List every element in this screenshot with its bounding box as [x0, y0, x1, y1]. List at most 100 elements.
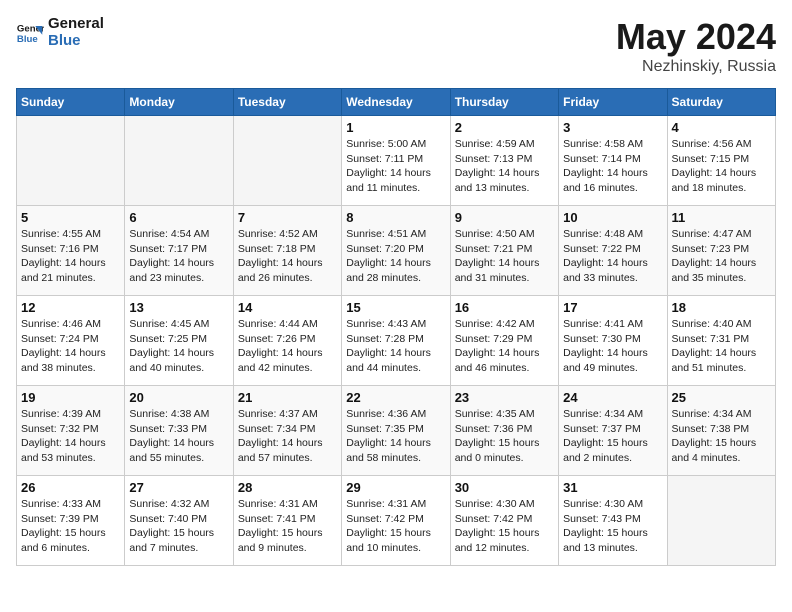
week-row-1: 1 Sunrise: 5:00 AMSunset: 7:11 PMDaylight…: [17, 116, 776, 206]
day-number: 31: [563, 480, 662, 495]
day-info: Sunrise: 4:33 AMSunset: 7:39 PMDaylight:…: [21, 497, 120, 556]
calendar-header: SundayMondayTuesdayWednesdayThursdayFrid…: [17, 89, 776, 116]
day-number: 15: [346, 300, 445, 315]
week-row-2: 5 Sunrise: 4:55 AMSunset: 7:16 PMDaylight…: [17, 206, 776, 296]
week-row-3: 12Sunrise: 4:46 AMSunset: 7:24 PMDayligh…: [17, 296, 776, 386]
day-number: 17: [563, 300, 662, 315]
day-info: Sunrise: 4:39 AMSunset: 7:32 PMDaylight:…: [21, 407, 120, 466]
day-info: Sunrise: 4:48 AMSunset: 7:22 PMDaylight:…: [563, 227, 662, 286]
day-number: 7: [238, 210, 337, 225]
day-info: Sunrise: 4:55 AMSunset: 7:16 PMDaylight:…: [21, 227, 120, 286]
day-number: 27: [129, 480, 228, 495]
calendar-cell: 15 Sunrise: 4:43 AMSunset: 7:28 PMDayligh…: [342, 296, 450, 386]
week-row-4: 19 Sunrise: 4:39 AMSunset: 7:32 PMDayligh…: [17, 386, 776, 476]
calendar-body: 1 Sunrise: 5:00 AMSunset: 7:11 PMDaylight…: [17, 116, 776, 566]
day-number: 1: [346, 120, 445, 135]
day-number: 5: [21, 210, 120, 225]
day-info: Sunrise: 4:54 AMSunset: 7:17 PMDaylight:…: [129, 227, 228, 286]
calendar-cell: 12Sunrise: 4:46 AMSunset: 7:24 PMDayligh…: [17, 296, 125, 386]
calendar-cell: 21Sunrise: 4:37 AMSunset: 7:34 PMDayligh…: [233, 386, 341, 476]
day-info: Sunrise: 4:31 AMSunset: 7:41 PMDaylight:…: [238, 497, 337, 556]
logo: General Blue General Blue: [16, 16, 104, 49]
calendar-cell: 5 Sunrise: 4:55 AMSunset: 7:16 PMDaylight…: [17, 206, 125, 296]
day-info: Sunrise: 4:44 AMSunset: 7:26 PMDaylight:…: [238, 317, 337, 376]
day-info: Sunrise: 5:00 AMSunset: 7:11 PMDaylight:…: [346, 137, 445, 196]
weekday-saturday: Saturday: [667, 89, 775, 116]
day-info: Sunrise: 4:38 AMSunset: 7:33 PMDaylight:…: [129, 407, 228, 466]
day-number: 3: [563, 120, 662, 135]
calendar-cell: 26 Sunrise: 4:33 AMSunset: 7:39 PMDayligh…: [17, 476, 125, 566]
calendar-cell: 8Sunrise: 4:51 AMSunset: 7:20 PMDaylight…: [342, 206, 450, 296]
calendar-cell: 23 Sunrise: 4:35 AMSunset: 7:36 PMDayligh…: [450, 386, 558, 476]
day-number: 25: [672, 390, 771, 405]
day-info: Sunrise: 4:34 AMSunset: 7:37 PMDaylight:…: [563, 407, 662, 466]
day-number: 26: [21, 480, 120, 495]
day-number: 23: [455, 390, 554, 405]
day-number: 14: [238, 300, 337, 315]
week-row-5: 26 Sunrise: 4:33 AMSunset: 7:39 PMDayligh…: [17, 476, 776, 566]
calendar-cell: 2 Sunrise: 4:59 AMSunset: 7:13 PMDaylight…: [450, 116, 558, 206]
calendar-cell: 6Sunrise: 4:54 AMSunset: 7:17 PMDaylight…: [125, 206, 233, 296]
calendar-cell: 20Sunrise: 4:38 AMSunset: 7:33 PMDayligh…: [125, 386, 233, 476]
calendar-cell: 25Sunrise: 4:34 AMSunset: 7:38 PMDayligh…: [667, 386, 775, 476]
weekday-monday: Monday: [125, 89, 233, 116]
calendar-cell: 14 Sunrise: 4:44 AMSunset: 7:26 PMDayligh…: [233, 296, 341, 386]
calendar-cell: 16Sunrise: 4:42 AMSunset: 7:29 PMDayligh…: [450, 296, 558, 386]
svg-text:Blue: Blue: [17, 33, 38, 44]
day-info: Sunrise: 4:37 AMSunset: 7:34 PMDaylight:…: [238, 407, 337, 466]
logo-general: General: [48, 16, 104, 33]
day-number: 4: [672, 120, 771, 135]
day-number: 29: [346, 480, 445, 495]
day-info: Sunrise: 4:59 AMSunset: 7:13 PMDaylight:…: [455, 137, 554, 196]
calendar-cell: 7Sunrise: 4:52 AMSunset: 7:18 PMDaylight…: [233, 206, 341, 296]
weekday-header-row: SundayMondayTuesdayWednesdayThursdayFrid…: [17, 89, 776, 116]
calendar-table: SundayMondayTuesdayWednesdayThursdayFrid…: [16, 88, 776, 566]
calendar-cell: 31Sunrise: 4:30 AMSunset: 7:43 PMDayligh…: [559, 476, 667, 566]
calendar-cell: [233, 116, 341, 206]
calendar-cell: 4 Sunrise: 4:56 AMSunset: 7:15 PMDaylight…: [667, 116, 775, 206]
day-info: Sunrise: 4:50 AMSunset: 7:21 PMDaylight:…: [455, 227, 554, 286]
calendar-cell: 28Sunrise: 4:31 AMSunset: 7:41 PMDayligh…: [233, 476, 341, 566]
day-info: Sunrise: 4:32 AMSunset: 7:40 PMDaylight:…: [129, 497, 228, 556]
weekday-wednesday: Wednesday: [342, 89, 450, 116]
day-number: 2: [455, 120, 554, 135]
calendar-cell: 24 Sunrise: 4:34 AMSunset: 7:37 PMDayligh…: [559, 386, 667, 476]
day-info: Sunrise: 4:43 AMSunset: 7:28 PMDaylight:…: [346, 317, 445, 376]
calendar-cell: 22 Sunrise: 4:36 AMSunset: 7:35 PMDayligh…: [342, 386, 450, 476]
weekday-sunday: Sunday: [17, 89, 125, 116]
day-info: Sunrise: 4:56 AMSunset: 7:15 PMDaylight:…: [672, 137, 771, 196]
calendar-cell: 3 Sunrise: 4:58 AMSunset: 7:14 PMDaylight…: [559, 116, 667, 206]
page-header: General Blue General Blue May 2024 Nezhi…: [16, 16, 776, 76]
calendar-cell: [17, 116, 125, 206]
day-info: Sunrise: 4:58 AMSunset: 7:14 PMDaylight:…: [563, 137, 662, 196]
calendar-cell: 10 Sunrise: 4:48 AMSunset: 7:22 PMDayligh…: [559, 206, 667, 296]
calendar-location: Nezhinskiy, Russia: [616, 58, 776, 76]
logo-blue: Blue: [48, 33, 104, 50]
calendar-cell: 1 Sunrise: 5:00 AMSunset: 7:11 PMDaylight…: [342, 116, 450, 206]
day-number: 19: [21, 390, 120, 405]
calendar-cell: 13Sunrise: 4:45 AMSunset: 7:25 PMDayligh…: [125, 296, 233, 386]
day-number: 13: [129, 300, 228, 315]
weekday-tuesday: Tuesday: [233, 89, 341, 116]
weekday-thursday: Thursday: [450, 89, 558, 116]
calendar-cell: 17 Sunrise: 4:41 AMSunset: 7:30 PMDayligh…: [559, 296, 667, 386]
day-info: Sunrise: 4:36 AMSunset: 7:35 PMDaylight:…: [346, 407, 445, 466]
calendar-cell: 29 Sunrise: 4:31 AMSunset: 7:42 PMDayligh…: [342, 476, 450, 566]
day-number: 10: [563, 210, 662, 225]
day-info: Sunrise: 4:41 AMSunset: 7:30 PMDaylight:…: [563, 317, 662, 376]
day-info: Sunrise: 4:47 AMSunset: 7:23 PMDaylight:…: [672, 227, 771, 286]
weekday-friday: Friday: [559, 89, 667, 116]
day-number: 12: [21, 300, 120, 315]
day-info: Sunrise: 4:31 AMSunset: 7:42 PMDaylight:…: [346, 497, 445, 556]
day-number: 24: [563, 390, 662, 405]
day-number: 22: [346, 390, 445, 405]
day-number: 30: [455, 480, 554, 495]
calendar-cell: [125, 116, 233, 206]
day-number: 18: [672, 300, 771, 315]
calendar-cell: [667, 476, 775, 566]
day-info: Sunrise: 4:51 AMSunset: 7:20 PMDaylight:…: [346, 227, 445, 286]
calendar-cell: 30Sunrise: 4:30 AMSunset: 7:42 PMDayligh…: [450, 476, 558, 566]
day-info: Sunrise: 4:35 AMSunset: 7:36 PMDaylight:…: [455, 407, 554, 466]
day-number: 11: [672, 210, 771, 225]
day-number: 9: [455, 210, 554, 225]
